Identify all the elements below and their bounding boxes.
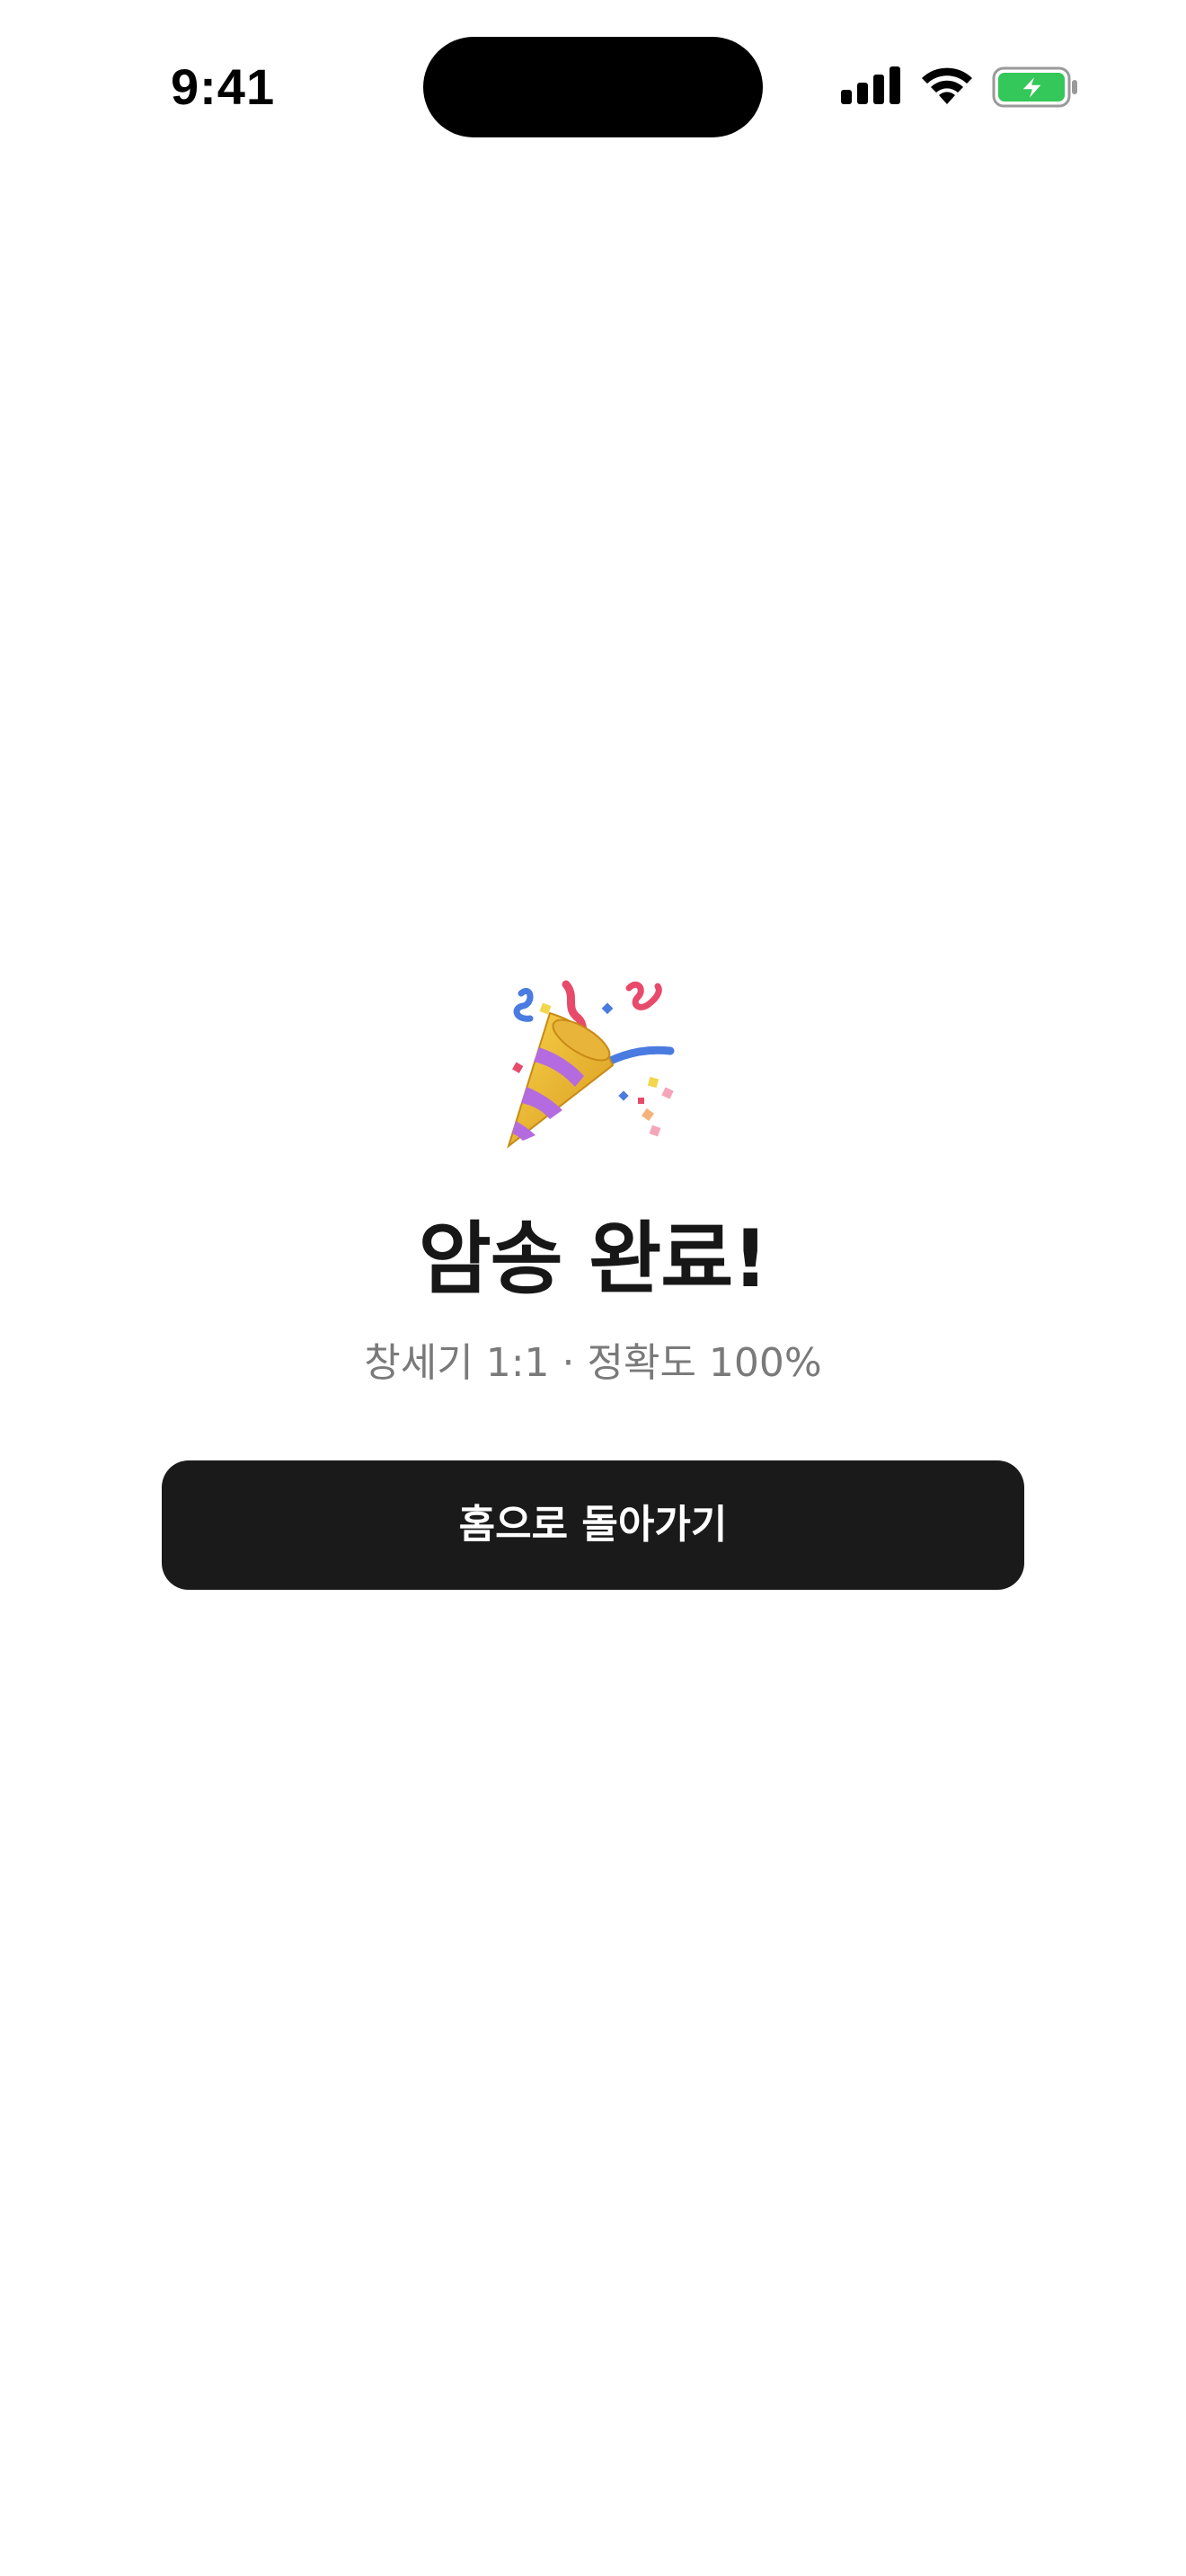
battery-charging-icon — [992, 66, 1077, 108]
cellular-signal-icon — [841, 66, 900, 104]
home-button[interactable]: 홈으로 돌아가기 — [162, 1460, 1024, 1590]
wifi-icon — [922, 67, 972, 104]
result-summary: 창세기 1:1 · 정확도 100% — [364, 1340, 822, 1386]
page-title: 암송 완료! — [418, 1213, 769, 1305]
status-icons — [841, 63, 1079, 110]
dynamic-island — [423, 37, 763, 137]
party-popper-icon — [507, 980, 675, 1149]
status-time: 9:41 — [171, 58, 276, 115]
status-bar: 9:41 — [0, 0, 1186, 171]
